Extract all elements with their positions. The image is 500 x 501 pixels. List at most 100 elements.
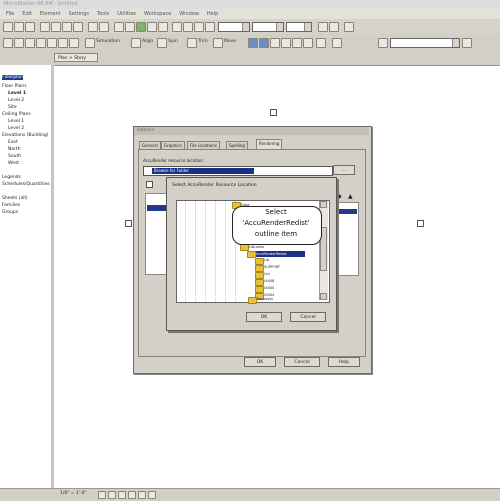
zoom-icon[interactable] <box>125 22 135 32</box>
visual-style-icon[interactable] <box>108 491 116 499</box>
style-combo[interactable] <box>252 22 284 32</box>
tab-graphics[interactable]: Graphics <box>161 141 185 149</box>
tree-item[interactable]: Legends <box>2 175 21 180</box>
arc-icon[interactable] <box>25 38 35 48</box>
spin-label[interactable]: Spin <box>168 39 178 44</box>
toolbox-icon[interactable] <box>378 38 388 48</box>
level-combo[interactable] <box>218 22 250 32</box>
render-icon[interactable] <box>248 38 258 48</box>
menu-element[interactable]: Element <box>40 9 61 19</box>
tree-item[interactable]: Level 2 <box>8 126 24 131</box>
selection-grip[interactable] <box>270 109 277 116</box>
command-field[interactable] <box>390 38 460 48</box>
ok-button[interactable]: OK <box>244 357 276 367</box>
trim-icon[interactable] <box>187 38 197 48</box>
menu-file[interactable]: File <box>6 9 14 19</box>
paths-list-right[interactable] <box>335 202 359 276</box>
tree-item[interactable]: Floor Plans <box>2 84 27 89</box>
tab-general[interactable]: General <box>139 141 161 149</box>
circle-icon[interactable] <box>36 38 46 48</box>
undo-icon[interactable] <box>88 22 98 32</box>
palette-icon[interactable] <box>318 22 328 32</box>
option-checkbox[interactable] <box>146 181 153 188</box>
browse-ok-button[interactable]: OK <box>246 312 282 322</box>
layer-icon[interactable] <box>316 38 326 48</box>
redo-icon[interactable] <box>99 22 109 32</box>
refresh-icon[interactable] <box>194 22 204 32</box>
section-icon[interactable] <box>303 38 313 48</box>
globe-icon[interactable] <box>136 22 146 32</box>
move-up-icon[interactable]: ◆ <box>337 193 342 200</box>
new-file-icon[interactable] <box>3 22 13 32</box>
menu-edit[interactable]: Edit <box>22 9 32 19</box>
text-icon[interactable] <box>58 38 68 48</box>
light-icon[interactable] <box>281 38 291 48</box>
tab-file-locations[interactable]: File Locations <box>187 141 220 149</box>
tree-item[interactable]: Schedules/Quantities <box>2 182 50 187</box>
tree-item[interactable]: Site <box>8 105 17 110</box>
folder-name[interactable]: UI400 <box>264 286 274 290</box>
polygon-icon[interactable] <box>47 38 57 48</box>
folder-name[interactable]: Uni <box>264 272 270 276</box>
window-icon[interactable] <box>158 22 168 32</box>
simulation-icon[interactable] <box>85 38 95 48</box>
detail-level-icon[interactable] <box>98 491 106 499</box>
move-label[interactable]: Move <box>224 39 236 44</box>
align-icon[interactable] <box>131 38 141 48</box>
tab-rendering[interactable]: Rendering <box>256 139 283 149</box>
folder-name[interactable]: Libraries <box>249 245 264 249</box>
grid-icon[interactable] <box>344 22 354 32</box>
help-button[interactable]: Help <box>328 357 360 367</box>
view-icon[interactable] <box>147 22 157 32</box>
simulation-label[interactable]: Simulation <box>96 39 120 44</box>
crop-icon[interactable] <box>128 491 136 499</box>
browse-button[interactable]: ... <box>333 165 355 175</box>
tree-item[interactable]: Level 1 <box>8 91 26 96</box>
copy-icon[interactable] <box>62 22 72 32</box>
tree-item[interactable]: East <box>8 140 18 145</box>
go-icon[interactable] <box>462 38 472 48</box>
tree-item[interactable]: Groups <box>2 210 18 215</box>
settings-icon[interactable] <box>329 22 339 32</box>
tab-spelling[interactable]: Spelling <box>226 141 248 149</box>
tree-item[interactable]: Ceiling Plans <box>2 112 31 117</box>
folder-name[interactable]: UI408 <box>264 279 274 283</box>
selection-grip[interactable] <box>417 220 424 227</box>
reveal-icon[interactable] <box>148 491 156 499</box>
sphere-icon[interactable] <box>259 38 269 48</box>
tree-item[interactable]: South <box>8 154 21 159</box>
move-down-icon[interactable]: ▲ <box>348 193 353 200</box>
selected-folder-name[interactable]: AccuRenderRedist <box>255 252 287 256</box>
weight-combo[interactable] <box>286 22 312 32</box>
menu-help[interactable]: Help <box>207 9 218 19</box>
cut-icon[interactable] <box>51 22 61 32</box>
help-icon[interactable] <box>205 22 215 32</box>
hide-icon[interactable] <box>138 491 146 499</box>
align-label[interactable]: Align <box>142 39 153 44</box>
menu-workspace[interactable]: Workspace <box>144 9 171 19</box>
material-icon[interactable] <box>292 38 302 48</box>
folder-name[interactable]: Recovery <box>257 297 273 301</box>
tree-item[interactable]: North <box>8 147 21 152</box>
menu-tools[interactable]: Tools <box>97 9 109 19</box>
measure-icon[interactable] <box>114 22 124 32</box>
menu-settings[interactable]: Settings <box>69 9 90 19</box>
location-field[interactable]: Browse for Folder <box>143 166 333 176</box>
paste-icon[interactable] <box>73 22 83 32</box>
move-icon[interactable] <box>213 38 223 48</box>
save-icon[interactable] <box>25 22 35 32</box>
tree-item[interactable]: Level 1 <box>8 119 24 124</box>
scroll-up-icon[interactable] <box>320 201 327 208</box>
tree-item[interactable]: Floorplan <box>2 75 23 80</box>
folder-name[interactable]: Lib <box>264 258 269 262</box>
selection-grip[interactable] <box>125 220 132 227</box>
folder-name[interactable]: SUPPORT <box>264 265 280 269</box>
tree-item[interactable]: Families <box>2 203 20 208</box>
camera-icon[interactable] <box>270 38 280 48</box>
tile-icon[interactable] <box>172 22 182 32</box>
shadows-icon[interactable] <box>118 491 126 499</box>
view-tab[interactable]: Plan > Story <box>54 53 98 62</box>
cancel-button[interactable]: Cancel <box>284 357 320 367</box>
snap-icon[interactable] <box>332 38 342 48</box>
open-file-icon[interactable] <box>14 22 24 32</box>
